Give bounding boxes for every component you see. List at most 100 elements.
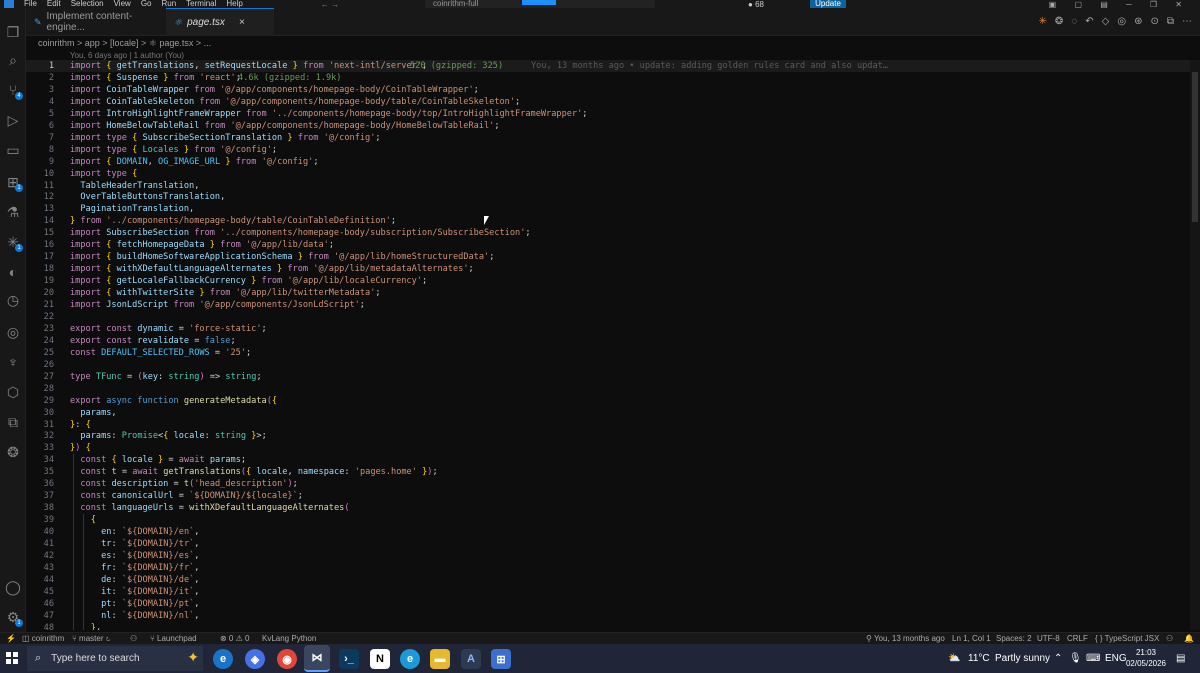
remote-explorer-icon[interactable]: ▭ [3, 140, 23, 160]
code-line[interactable]: 7 import type { SubscribeSectionTranslati… [26, 132, 1190, 144]
close-icon[interactable]: × [239, 17, 245, 28]
split-editor-icon[interactable]: ⧉ [1167, 16, 1174, 27]
code-line[interactable]: 37 const canonicalUrl = `${DOMAIN}/${loc… [26, 490, 1190, 502]
code-line[interactable]: 39 { [26, 514, 1190, 526]
menu-help[interactable]: Help [226, 0, 242, 8]
code-line[interactable]: 38 const languageUrls = withXDefaultLang… [26, 502, 1190, 514]
search-icon[interactable]: ⌕ [3, 50, 23, 70]
code-line[interactable]: 12 OverTableButtonsTranslation, [26, 191, 1190, 203]
code-line[interactable]: 41 tr: `${DOMAIN}/tr`, [26, 538, 1190, 550]
copilot-app-icon[interactable]: ◈ [245, 649, 265, 669]
notion-icon[interactable]: N [370, 649, 390, 669]
code-line[interactable]: 33}) { [26, 442, 1190, 454]
code-line[interactable]: 4 import CoinTableSkeleton from '@/app/co… [26, 96, 1190, 108]
code-line[interactable]: 21 import JsonLdScript from '@/app/compon… [26, 299, 1190, 311]
code-line[interactable]: 15 import SubscribeSection from '../compo… [26, 227, 1190, 239]
packages-icon[interactable]: ⬡ [3, 382, 23, 402]
code-line[interactable]: 17 import { buildHomeSoftwareApplicationS… [26, 251, 1190, 263]
editor-scrollbar[interactable] [1190, 60, 1200, 630]
code-line[interactable]: 14} from '../components/homepage-body/ta… [26, 215, 1190, 227]
copilot-icon[interactable]: ⚇ [1166, 633, 1173, 644]
code-line[interactable]: 3 import CoinTableWrapper from '@/app/com… [26, 84, 1190, 96]
edge-icon[interactable]: e [213, 649, 233, 669]
breadcrumb[interactable]: coinrithm > app > [locale] > ⚛ page.tsx … [38, 37, 211, 49]
code-line[interactable]: 28 [26, 383, 1190, 395]
code-line[interactable]: 16 import { fetchHomepageData } from '@/a… [26, 239, 1190, 251]
menu-edit[interactable]: Edit [47, 0, 61, 8]
show-hidden-icons[interactable]: ⌃ [1054, 644, 1062, 673]
code-line[interactable]: 32 params: Promise<{ locale: string }>; [26, 430, 1190, 442]
extensions-icon[interactable]: ⊞ 1 [3, 172, 23, 192]
chrome-icon[interactable]: ◉ [277, 649, 297, 669]
claude-action-icon[interactable]: ✳ [1039, 16, 1047, 27]
status-accounts[interactable]: ⚇ [130, 633, 137, 644]
open-changes-icon[interactable]: ◎ [1117, 16, 1126, 27]
copilot-sparkle-icon[interactable]: ✦ [187, 649, 199, 666]
status-position[interactable]: Ln 1, Col 1 [952, 633, 991, 644]
window-controls[interactable]: ▣ ▢ ▤ ─ ❐ ✕ [1049, 0, 1190, 8]
timeline-icon[interactable]: ◷ [3, 290, 23, 310]
testing-icon[interactable]: ⚗ [3, 202, 23, 222]
code-line[interactable]: 10 import type { [26, 168, 1190, 180]
code-line[interactable]: 8 import type { Locales } from '@/config'… [26, 144, 1190, 156]
run-icon[interactable]: ⊙ [1150, 16, 1158, 27]
nav-back-forward[interactable]: ← → [321, 0, 339, 8]
weather-icon[interactable]: ⛅ [948, 644, 960, 673]
menu-go[interactable]: Go [141, 0, 152, 8]
command-center[interactable]: coinrithm-full [425, 0, 655, 8]
database-icon[interactable]: ⧉ [3, 412, 23, 432]
code-line[interactable]: 20 import { withTwitterSite } from '@/app… [26, 287, 1190, 299]
claude-icon[interactable]: ✳ 1 [3, 232, 23, 252]
edge-devtools-icon[interactable]: ◐ [3, 262, 23, 282]
file-explorer-icon[interactable]: ▬ [430, 649, 450, 669]
code-line[interactable]: 23 export const dynamic = 'force-static'; [26, 323, 1190, 335]
status-branch[interactable]: ⑂ master ↻ [72, 633, 111, 644]
tab-content-engine[interactable]: ✎ Implement content-engine... [26, 8, 164, 36]
explorer-icon[interactable]: ❐ [3, 22, 23, 42]
run-debug-icon[interactable]: ▷ [3, 110, 23, 130]
code-line[interactable]: 43 fr: `${DOMAIN}/fr`, [26, 562, 1190, 574]
menu-run[interactable]: Run [161, 0, 176, 8]
source-control-icon[interactable]: ⑂ 4 [3, 80, 23, 100]
code-line[interactable]: 31}: { [26, 419, 1190, 431]
remote-indicator[interactable]: ⚡ [6, 633, 16, 644]
code-line[interactable]: 40 en: `${DOMAIN}/en`, [26, 526, 1190, 538]
code-line[interactable]: 5 import IntroHighlightFrameWrapper from … [26, 108, 1190, 120]
code-line[interactable]: 2 import { Suspense } from 'react'; 4.6k (… [26, 72, 1190, 84]
status-blame[interactable]: ⚲ You, 13 months ago [866, 633, 945, 644]
status-problems[interactable]: ⊗ 0 ⚠ 0 [220, 633, 249, 644]
python-icon[interactable]: ♆ [3, 352, 23, 372]
status-spaces[interactable]: Spaces: 2 [996, 633, 1032, 644]
microphone-icon[interactable]: 🎙 [1069, 644, 1082, 673]
code-line[interactable]: 26 [26, 359, 1190, 371]
code-line[interactable]: 9 import { DOMAIN, OG_IMAGE_URL } from '@… [26, 156, 1190, 168]
code-line[interactable]: 29 export async function generateMetadata… [26, 395, 1190, 407]
code-line[interactable]: 13 PaginationTranslation, [26, 203, 1190, 215]
code-line[interactable]: 1 import { getTranslations, setRequestLoc… [26, 60, 1190, 72]
account-icon[interactable]: ◯ [3, 577, 23, 597]
code-line[interactable]: 42 es: `${DOMAIN}/es`, [26, 550, 1190, 562]
openai-action-icon[interactable]: ❂ [1055, 16, 1063, 27]
code-line[interactable]: 6 import HomeBelowTableRail from '@/app/c… [26, 120, 1190, 132]
sync-indicator[interactable]: ● 68 [748, 0, 764, 8]
openai-icon[interactable]: ❂ [3, 442, 23, 462]
weather-temp[interactable]: 11°C [968, 644, 990, 673]
code-line[interactable]: 27 type TFunc = (key: string) => string; [26, 371, 1190, 383]
code-line[interactable]: 36 const description = t('head_descripti… [26, 478, 1190, 490]
inline-blame[interactable]: You, 13 months ago • update: adding gold… [531, 60, 888, 72]
notifications-bell-icon[interactable]: 🔔 [1184, 633, 1194, 644]
windows-terminal-icon[interactable]: ⊞ [491, 649, 511, 669]
code-line[interactable]: 18 import { withXDefaultLanguageAlternate… [26, 263, 1190, 275]
settings-icon[interactable]: ⚙ 1 [3, 607, 23, 627]
code-line[interactable]: 48 }, [26, 622, 1190, 630]
weather-desc[interactable]: Partly sunny [995, 644, 1050, 673]
status-eol[interactable]: CRLF [1067, 633, 1088, 644]
code-line[interactable]: 47 nl: `${DOMAIN}/nl`, [26, 610, 1190, 622]
menu-terminal[interactable]: Terminal [186, 0, 216, 8]
code-line[interactable]: 19 import { getLocaleFallbackCurrency } f… [26, 275, 1190, 287]
status-launchpad[interactable]: ⑂ Launchpad [150, 633, 197, 644]
prev-change-icon[interactable]: ↶ [1085, 16, 1093, 27]
taskbar-search[interactable]: ⌕ Type here to search ✦ [27, 646, 203, 671]
edge-dev-icon[interactable]: e [400, 649, 420, 669]
code-line[interactable]: 34 const { locale } = await params; [26, 454, 1190, 466]
